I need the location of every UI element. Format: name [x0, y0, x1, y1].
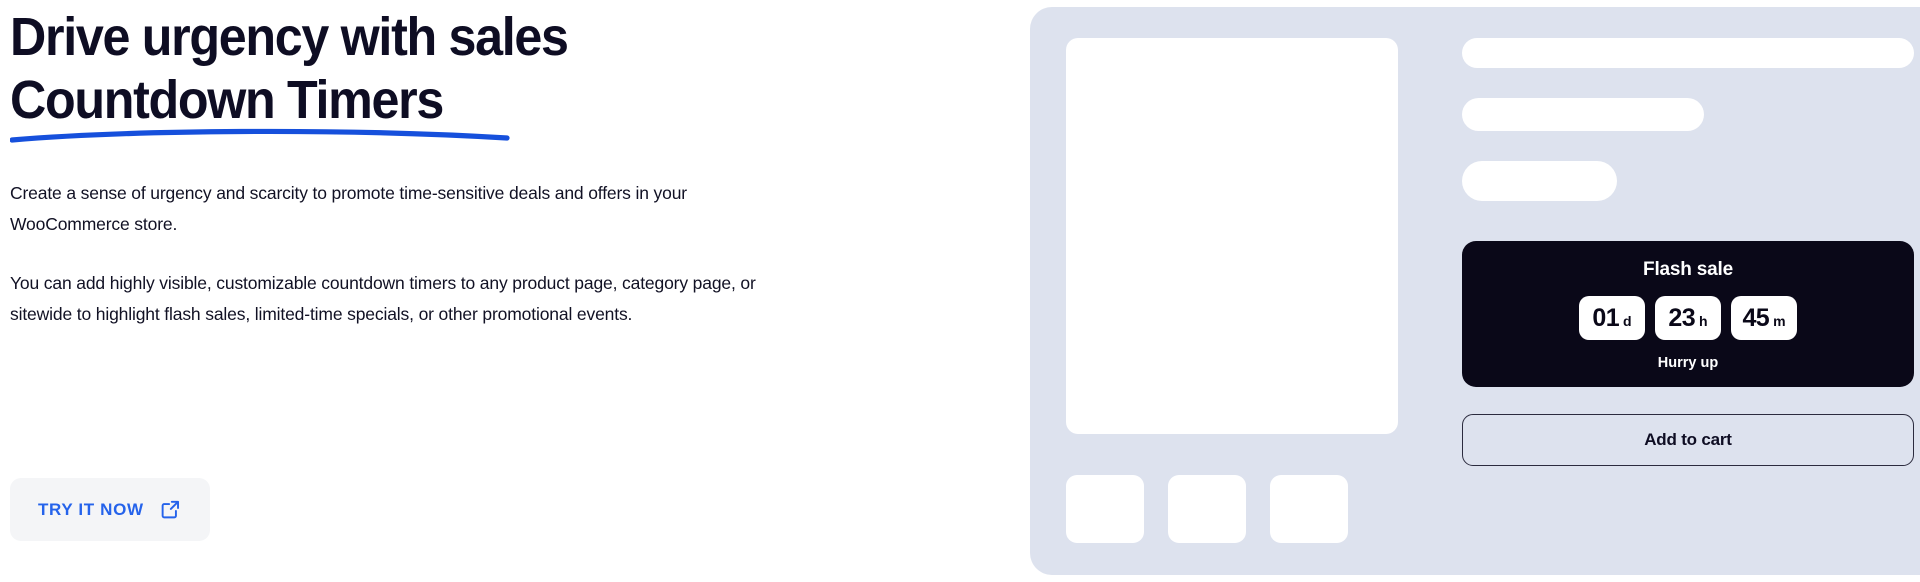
hero-text-column: Drive urgency with sales Countdown Timers… — [10, 0, 970, 582]
countdown-hours-label: h — [1699, 312, 1708, 329]
countdown-days-label: d — [1623, 312, 1632, 329]
countdown-minutes-value: 45 — [1742, 303, 1770, 332]
countdown-title: Flash sale — [1643, 258, 1733, 280]
product-page-mockup-card: Flash sale 01 d 23 h 45 m Hurry up Add t… — [1030, 7, 1920, 575]
try-it-now-label: TRY IT NOW — [38, 499, 144, 519]
hero-paragraph-2: You can add highly visible, customizable… — [10, 272, 756, 324]
countdown-units-row: 01 d 23 h 45 m — [1579, 295, 1797, 340]
product-thumbnail[interactable] — [1066, 475, 1144, 543]
product-thumbnail[interactable] — [1168, 475, 1246, 543]
headline-line-1: Drive urgency with sales — [10, 7, 569, 67]
add-to-cart-label: Add to cart — [1644, 430, 1732, 449]
product-image-placeholder — [1066, 38, 1398, 434]
page-title: Drive urgency with sales Countdown Timers — [10, 6, 642, 132]
headline-line-2: Countdown Timers — [10, 70, 444, 131]
countdown-hours-value: 23 — [1668, 303, 1696, 332]
mockup-details-column: Flash sale 01 d 23 h 45 m Hurry up Add t… — [1462, 38, 1914, 466]
mockup-inner: Flash sale 01 d 23 h 45 m Hurry up Add t… — [1066, 38, 1920, 575]
countdown-days-value: 01 — [1592, 303, 1620, 332]
countdown-unit-days: 01 d — [1579, 295, 1645, 340]
countdown-note: Hurry up — [1657, 354, 1719, 371]
product-thumbnail-row — [1066, 475, 1348, 543]
countdown-unit-minutes: 45 m — [1731, 295, 1797, 340]
countdown-minutes-label: m — [1773, 312, 1786, 329]
countdown-timer-panel: Flash sale 01 d 23 h 45 m Hurry up — [1462, 241, 1914, 387]
skeleton-price-bar — [1462, 161, 1617, 201]
external-link-icon — [160, 499, 181, 520]
try-it-now-button[interactable]: TRY IT NOW — [10, 478, 210, 541]
add-to-cart-button[interactable]: Add to cart — [1462, 414, 1914, 466]
product-thumbnail[interactable] — [1270, 475, 1348, 543]
countdown-unit-hours: 23 h — [1655, 295, 1721, 340]
skeleton-title-bar — [1462, 38, 1914, 68]
skeleton-subtitle-bar — [1462, 98, 1704, 131]
headline-block: Drive urgency with sales Countdown Timers — [10, 0, 970, 143]
hero-paragraph-1: Create a sense of urgency and scarcity t… — [10, 183, 687, 235]
feature-hero-section: Drive urgency with sales Countdown Timers… — [0, 0, 1920, 582]
